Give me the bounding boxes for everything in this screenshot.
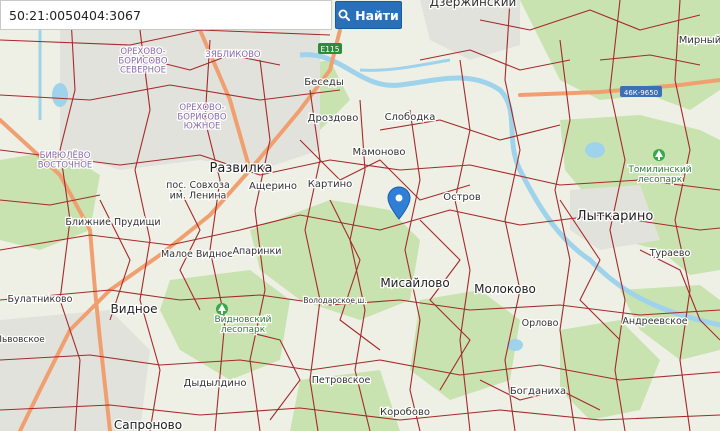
park-icon xyxy=(653,149,665,161)
find-button[interactable]: Найти xyxy=(335,1,402,29)
map-label-volodarskoe: Володарское ш. xyxy=(303,296,366,305)
find-button-label: Найти xyxy=(355,7,399,23)
map-label-orekhovo-north: ОРЕХОВО-БОРИСОВО СЕВЕРНОЕ xyxy=(118,47,167,76)
map-label-posolok: пос. Совхоза им. Ленина xyxy=(166,180,230,201)
map-label-dzerzhinsky: Дзержинский xyxy=(430,0,517,9)
map-label-asherino: Ащерино xyxy=(249,181,297,192)
map-label-kartino: Картино xyxy=(308,179,353,190)
map-label-korobovo: Коробово xyxy=(380,407,430,418)
road-label-46k: 46К-9650 xyxy=(624,89,658,97)
map-label-turaevo: Тураево xyxy=(649,248,691,259)
map-label-andreevskoe: Андреевское xyxy=(622,316,687,327)
map-label-slobodka: Слободка xyxy=(385,112,436,123)
map-label-ostrov: Остров xyxy=(443,192,481,203)
map-label-tomilinsky: Томилинский лесопарк xyxy=(627,165,691,185)
road-label-e115: Е115 xyxy=(320,45,339,54)
cadastral-map[interactable]: Е115 46К-9650 ОРЕХОВО-БОРИСОВО СЕВЕРНОЕ ЗЯ… xyxy=(0,0,720,431)
map-label-razvilka: Развилка xyxy=(210,161,273,176)
map-label-bulatnikovo: Булатниково xyxy=(8,294,73,305)
map-label-petrovskoe: Петровское xyxy=(312,375,371,386)
map-label-orlovo: Орлово xyxy=(522,318,559,329)
park-icon xyxy=(216,303,228,315)
map-label-zyablikovo: ЗЯБЛИКОВО xyxy=(205,50,260,60)
map-label-lytkarino: Лыткарино xyxy=(577,209,654,224)
road-badge-46k: 46К-9650 xyxy=(620,86,662,97)
map-label-molokovo: Молоково xyxy=(474,282,536,296)
search-icon xyxy=(338,9,351,21)
map-label-mirny: Мирный xyxy=(679,35,720,46)
map-label-bliznie: Ближние Прудищи xyxy=(65,217,160,228)
map-label-orekhovo-south: ОРЕХОВО-БОРИСОВО ЮЖНОЕ xyxy=(177,103,226,132)
map-label-misailovo: Мисайлово xyxy=(380,276,449,290)
map-label-besedy: Беседы xyxy=(304,77,343,88)
cadastral-search-input[interactable] xyxy=(0,0,332,30)
map-label-lvovsky: Львовское xyxy=(0,335,45,345)
map-label-sapronovo: Сапроново xyxy=(114,418,182,431)
map-label-dydyldino: Дыдылдино xyxy=(184,378,247,389)
map-label-drozdovo: Дроздово xyxy=(308,113,359,124)
map-label-apariki: Апаринки xyxy=(233,246,282,257)
map-label-maloe-vidnoe: Малое Видное xyxy=(161,249,233,260)
map-label-vidnoe: Видное xyxy=(111,302,158,316)
map-label-biryulyovo: БИРЮЛЁВО ВОСТОЧНОЕ xyxy=(38,150,93,170)
map-label-vidnovsky: Видновский лесопарк xyxy=(214,315,271,335)
road-badge-e115: Е115 xyxy=(318,43,342,54)
map-label-mamonovo: Мамоново xyxy=(352,147,405,158)
map-label-bogdanikha: Богданиха xyxy=(510,386,566,397)
